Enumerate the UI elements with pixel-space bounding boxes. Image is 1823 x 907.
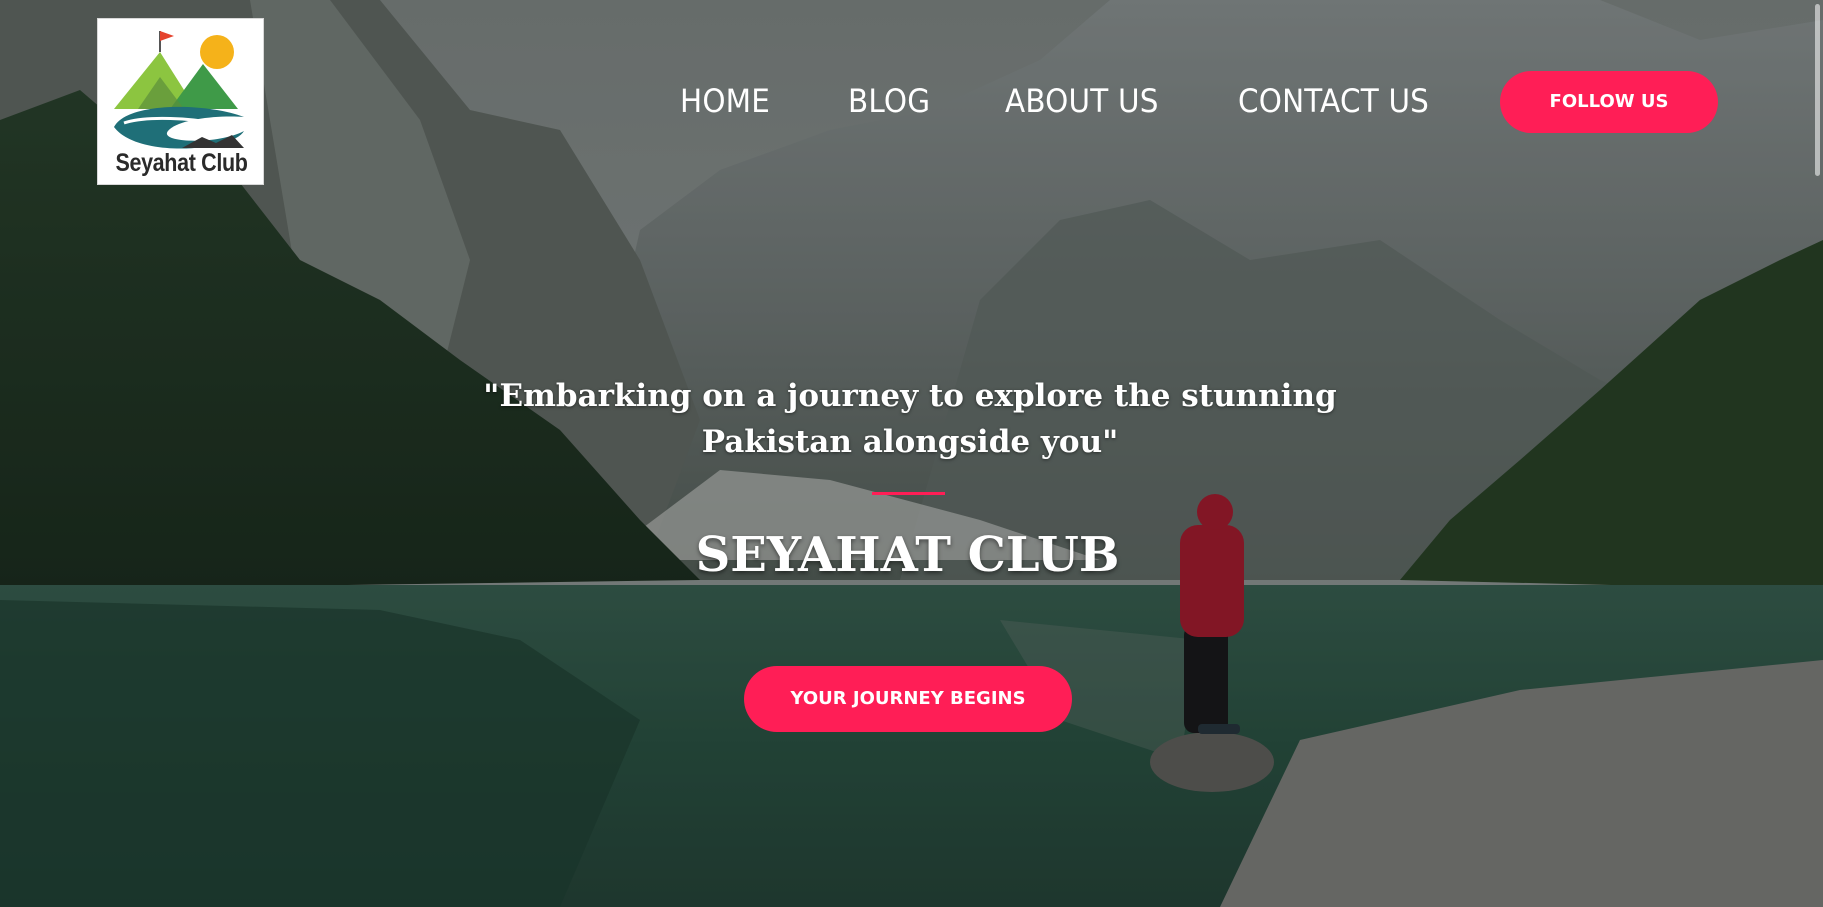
page-scrollbar-thumb[interactable]: [1815, 4, 1820, 176]
hero-quote-line-1: "Embarking on a journey to explore the s…: [483, 378, 1337, 414]
follow-us-button[interactable]: FOLLOW US: [1500, 71, 1718, 133]
hero-quote-line-2: Pakistan alongside you": [701, 424, 1119, 460]
nav-about-us[interactable]: ABOUT US: [1005, 78, 1159, 124]
logo-text: Seyahat Club: [115, 149, 248, 177]
nav-home[interactable]: HOME: [680, 78, 770, 124]
journey-begins-button[interactable]: YOUR JOURNEY BEGINS: [744, 666, 1072, 732]
hero-title: SEYAHAT CLUB: [695, 527, 1120, 583]
nav-blog[interactable]: BLOG: [848, 78, 930, 124]
nav-contact-us[interactable]: CONTACT US: [1238, 78, 1429, 124]
hero-quote: "Embarking on a journey to explore the s…: [440, 373, 1380, 465]
site-logo[interactable]: Seyahat Club: [97, 18, 264, 185]
title-divider: [872, 492, 945, 495]
